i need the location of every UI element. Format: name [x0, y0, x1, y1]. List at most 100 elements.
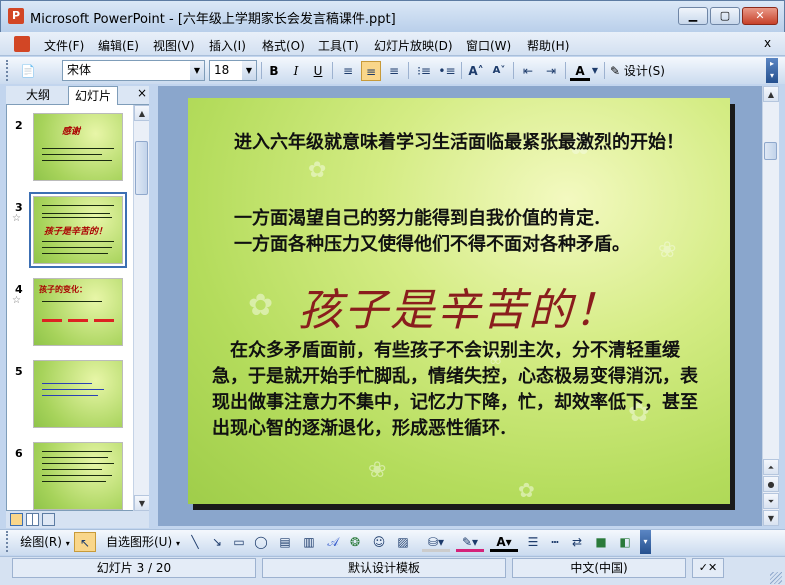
scrollbar-thumb[interactable] [764, 142, 777, 160]
picture-icon[interactable]: ▨ [394, 532, 412, 552]
slide-scrollbar[interactable]: ▲ ⏶ ● ⏷ ▼ [762, 86, 779, 526]
close-pane-icon[interactable]: × [137, 86, 147, 100]
slides-pane-scrollbar[interactable]: ▲ ▼ [133, 105, 150, 511]
slide-thumbnail[interactable] [33, 442, 123, 510]
thumbnail-number: 6 [15, 447, 23, 460]
chevron-down-icon[interactable]: ▼ [242, 61, 256, 80]
select-pointer-icon[interactable]: ↖ [74, 532, 96, 552]
dash-style-icon[interactable]: ┅ [546, 532, 564, 552]
slide-headline[interactable]: 孩子是辛苦的！ [188, 274, 730, 338]
pane-splitter[interactable] [149, 86, 158, 526]
increase-font-size-icon[interactable]: A˄ [466, 61, 486, 81]
toolbar-options-chevron-icon[interactable]: ▾ [640, 530, 651, 554]
tab-outline[interactable]: 大纲 [20, 86, 56, 105]
thumbnail-title: 孩子是辛苦的！ [44, 227, 108, 237]
normal-view-icon[interactable] [10, 513, 23, 526]
thumbnail-text-line [42, 241, 114, 242]
increase-indent-icon[interactable]: ⇥ [541, 61, 561, 81]
resize-grip-icon[interactable] [770, 572, 782, 584]
vertical-textbox-icon[interactable]: ▥ [300, 532, 318, 552]
3d-style-icon[interactable]: ◧ [616, 532, 634, 552]
close-document-button[interactable]: x [764, 36, 771, 50]
font-name-value: 宋体 [67, 63, 92, 77]
slide-paragraph-1[interactable]: 进入六年级就意味着学习生活面临最紧张最激烈的开始！ [212, 130, 704, 156]
current-slide[interactable]: ✿ ✿ ❀ ✿ ❀ ✿ ❀ ✿ 进入六年级就意味着学习生活面临最紧张最激烈的开始… [188, 98, 730, 504]
toolbar-separator [461, 62, 462, 79]
draw-menu-button[interactable]: 绘图(R) ▾ [18, 532, 72, 552]
wordart-icon[interactable]: 𝒜 [324, 532, 342, 552]
shadow-style-icon[interactable]: ■ [592, 532, 610, 552]
scroll-down-icon[interactable]: ▼ [134, 495, 150, 511]
slide-paragraph-2a[interactable]: 一方面渴望自己的努力能得到自我价值的肯定. [212, 206, 704, 232]
select-browse-object-icon[interactable]: ● [763, 476, 779, 492]
decrease-indent-icon[interactable]: ⇤ [518, 61, 538, 81]
line-tool-icon[interactable]: ╲ [186, 532, 204, 552]
align-right-icon[interactable]: ≡ [384, 61, 404, 81]
arrow-style-icon[interactable]: ⇄ [568, 532, 586, 552]
autoshapes-menu-button[interactable]: 自选图形(U) ▾ [104, 532, 182, 552]
slide-paragraph-3[interactable]: 在众多矛盾面前，有些孩子不会识别主次，分不清轻重缓急，于是就开始手忙脚乱，情绪失… [212, 338, 706, 442]
draw-font-color-icon[interactable]: A▾ [490, 532, 518, 552]
arrow-tool-icon[interactable]: ↘ [208, 532, 226, 552]
textbox-tool-icon[interactable]: ▤ [276, 532, 294, 552]
underline-button[interactable]: U [308, 61, 328, 81]
line-style-icon[interactable]: ☰ [524, 532, 542, 552]
document-icon[interactable] [14, 36, 30, 52]
menu-window[interactable]: 窗口(W) [466, 37, 511, 54]
chevron-down-icon[interactable]: ▼ [590, 61, 600, 81]
slide-sorter-view-icon[interactable] [26, 513, 39, 526]
thumbnail-text-line [42, 389, 104, 390]
scrollbar-thumb[interactable] [135, 141, 148, 195]
next-slide-icon[interactable]: ⏷ [763, 493, 779, 509]
menu-tools[interactable]: 工具(T) [318, 37, 359, 54]
previous-slide-icon[interactable]: ⏶ [763, 459, 779, 475]
diagram-icon[interactable]: ❂ [346, 532, 364, 552]
scroll-down-icon[interactable]: ▼ [763, 510, 779, 526]
toolbar-options-chevron-icon[interactable]: ▸ ▾ [766, 58, 778, 83]
slide-thumbnail-selected[interactable]: 孩子是辛苦的！ [29, 192, 127, 268]
scroll-up-icon[interactable]: ▲ [134, 105, 150, 121]
font-name-combo[interactable]: 宋体 ▼ [62, 60, 205, 81]
maximize-icon: ▢ [719, 9, 731, 22]
numbered-list-icon[interactable]: ⁝≡ [414, 61, 434, 81]
chevron-down-icon[interactable]: ▼ [190, 61, 204, 80]
bulleted-list-icon[interactable]: •≡ [437, 61, 457, 81]
menu-format[interactable]: 格式(O) [262, 37, 305, 54]
maximize-button[interactable]: ▢ [710, 7, 740, 25]
toolbar-grip[interactable] [6, 531, 10, 552]
font-color-button[interactable]: A [570, 61, 590, 81]
spelling-check-icon[interactable]: ✓✕ [692, 558, 724, 578]
rectangle-tool-icon[interactable]: ▭ [230, 532, 248, 552]
menu-insert[interactable]: 插入(I) [209, 37, 246, 54]
thumbnail-text-line [42, 205, 114, 206]
menu-edit[interactable]: 编辑(E) [98, 37, 139, 54]
slide-thumbnail[interactable]: 感谢 [33, 113, 123, 181]
menu-slideshow[interactable]: 幻灯片放映(D) [374, 37, 453, 54]
decrease-font-size-icon[interactable]: A˅ [489, 61, 509, 81]
slide-thumbnail[interactable] [33, 360, 123, 428]
toolbar-grip[interactable] [6, 60, 10, 81]
align-left-icon[interactable]: ≡ [338, 61, 358, 81]
minimize-button[interactable]: ▁ [678, 7, 708, 25]
scroll-up-icon[interactable]: ▲ [763, 86, 779, 102]
line-color-icon[interactable]: ✎▾ [456, 532, 484, 552]
slide-thumbnail[interactable]: 孩子的变化： [33, 278, 123, 346]
bold-button[interactable]: B [264, 61, 284, 81]
align-center-icon[interactable]: ≡ [361, 61, 381, 81]
menu-view[interactable]: 视图(V) [153, 37, 195, 54]
oval-tool-icon[interactable]: ◯ [252, 532, 270, 552]
font-size-combo[interactable]: 18 ▼ [209, 60, 257, 81]
thumbnail-text-line [42, 301, 102, 302]
toolbar-separator [513, 62, 514, 79]
close-button[interactable]: ✕ [742, 7, 778, 25]
clipart-icon[interactable]: ☺ [370, 532, 388, 552]
slideshow-view-icon[interactable] [42, 513, 55, 526]
new-document-icon[interactable]: 📄 [18, 61, 38, 81]
design-button[interactable]: ✎ 设计(S) [610, 61, 670, 81]
menu-file[interactable]: 文件(F) [44, 37, 84, 54]
menu-help[interactable]: 帮助(H) [527, 37, 569, 54]
tab-slides[interactable]: 幻灯片 [68, 86, 119, 105]
italic-button[interactable]: I [286, 61, 306, 81]
slide-paragraph-2b[interactable]: 一方面各种压力又使得他们不得不面对各种矛盾。 [212, 232, 704, 258]
fill-color-icon[interactable]: ⛁▾ [422, 532, 450, 552]
